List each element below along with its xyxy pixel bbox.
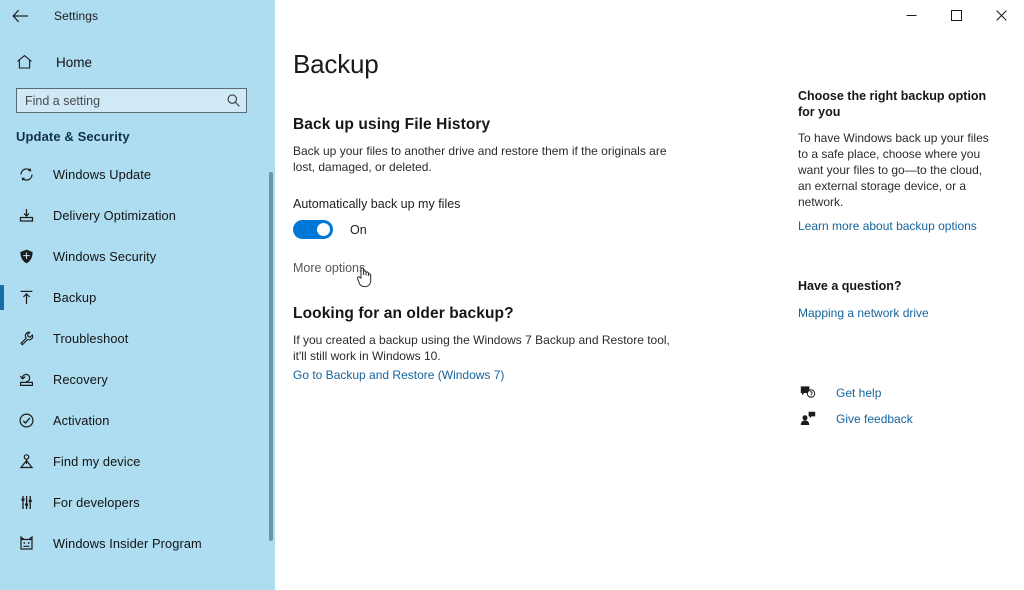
sidebar-scrollbar-thumb[interactable] xyxy=(269,172,273,541)
auto-backup-toggle-row: On xyxy=(293,220,683,239)
sidebar: Home Update & Security xyxy=(0,31,275,590)
sidebar-item-windows-insider-program[interactable]: Windows Insider Program xyxy=(0,523,275,564)
older-backup-link-row: Go to Backup and Restore (Windows 7) xyxy=(293,366,683,384)
rail-heading: Choose the right backup option for you xyxy=(798,88,998,120)
shield-icon xyxy=(14,248,38,265)
give-feedback-label: Give feedback xyxy=(836,412,913,426)
check-circle-icon xyxy=(14,412,38,429)
get-help-label: Get help xyxy=(836,386,881,400)
maximize-button[interactable] xyxy=(934,0,979,31)
search-box[interactable] xyxy=(16,88,247,113)
sliders-icon xyxy=(14,494,38,511)
auto-backup-toggle[interactable] xyxy=(293,220,333,239)
sidebar-section-title: Update & Security xyxy=(0,113,275,144)
sidebar-item-label: Windows Security xyxy=(53,249,156,264)
sync-icon xyxy=(14,166,38,183)
sidebar-item-backup[interactable]: Backup xyxy=(0,277,275,318)
sidebar-item-label: Backup xyxy=(53,290,96,305)
sidebar-item-recovery[interactable]: Recovery xyxy=(0,359,275,400)
upload-arrow-icon xyxy=(14,289,38,306)
recovery-icon xyxy=(14,371,38,388)
mapping-network-drive-link[interactable]: Mapping a network drive xyxy=(798,306,929,320)
support-links: Get help Give feedback xyxy=(798,380,998,431)
wrench-icon xyxy=(14,330,38,347)
more-options-label: More options xyxy=(293,261,365,275)
sidebar-item-delivery-optimization[interactable]: Delivery Optimization xyxy=(0,195,275,236)
sidebar-item-label: Recovery xyxy=(53,372,108,387)
toggle-state-label: On xyxy=(350,223,367,237)
minimize-button[interactable] xyxy=(889,0,934,31)
title-bar-left: Settings xyxy=(0,0,275,31)
window-controls xyxy=(275,0,1024,31)
sidebar-item-windows-security[interactable]: Windows Security xyxy=(0,236,275,277)
settings-window: Settings xyxy=(0,0,1024,590)
close-button[interactable] xyxy=(979,0,1024,31)
learn-more-backup-options-link[interactable]: Learn more about backup options xyxy=(798,219,977,233)
sidebar-item-activation[interactable]: Activation xyxy=(0,400,275,441)
sidebar-scrollbar-track[interactable] xyxy=(269,172,273,541)
insider-cat-icon xyxy=(14,535,38,552)
home-label: Home xyxy=(56,55,92,70)
auto-backup-label: Automatically back up my files xyxy=(293,197,683,211)
file-history-heading: Back up using File History xyxy=(293,116,683,134)
back-button[interactable] xyxy=(0,0,40,31)
title-bar: Settings xyxy=(0,0,1024,31)
more-options-link[interactable]: More options xyxy=(293,261,365,275)
sidebar-nav-list: Windows Update Delivery Optimization xyxy=(0,154,275,564)
main-column: Back up using File History Back up your … xyxy=(293,116,683,384)
home-icon xyxy=(16,54,36,70)
sidebar-item-label: Windows Insider Program xyxy=(53,536,202,551)
feedback-icon xyxy=(798,411,818,426)
right-rail: Choose the right backup option for you T… xyxy=(798,88,998,432)
sidebar-item-label: Delivery Optimization xyxy=(53,208,176,223)
sidebar-item-troubleshoot[interactable]: Troubleshoot xyxy=(0,318,275,359)
app-title: Settings xyxy=(54,9,98,23)
get-help-icon xyxy=(798,385,818,400)
sidebar-item-label: Windows Update xyxy=(53,167,151,182)
file-history-description: Back up your files to another drive and … xyxy=(293,143,671,175)
sidebar-item-label: For developers xyxy=(53,495,140,510)
sidebar-item-label: Find my device xyxy=(53,454,140,469)
give-feedback-row[interactable]: Give feedback xyxy=(798,406,998,431)
rail-question-heading: Have a question? xyxy=(798,279,998,293)
page-title: Backup xyxy=(293,49,1024,80)
search-icon[interactable] xyxy=(220,93,246,108)
sidebar-item-label: Troubleshoot xyxy=(53,331,128,346)
toggle-knob xyxy=(317,223,330,236)
search-input[interactable] xyxy=(17,89,220,112)
sidebar-item-for-developers[interactable]: For developers xyxy=(0,482,275,523)
sidebar-item-label: Activation xyxy=(53,413,109,428)
older-backup-heading: Looking for an older backup? xyxy=(293,305,683,323)
sidebar-item-find-my-device[interactable]: Find my device xyxy=(0,441,275,482)
go-to-backup-and-restore-link[interactable]: Go to Backup and Restore (Windows 7) xyxy=(293,368,504,382)
location-pin-icon xyxy=(14,453,38,470)
sidebar-item-home[interactable]: Home xyxy=(0,45,275,79)
download-tray-icon xyxy=(14,207,38,224)
sidebar-item-windows-update[interactable]: Windows Update xyxy=(0,154,275,195)
get-help-row[interactable]: Get help xyxy=(798,380,998,405)
older-backup-description: If you created a backup using the Window… xyxy=(293,332,671,364)
rail-description: To have Windows back up your files to a … xyxy=(798,130,998,210)
content-area: Backup Back up using File History Back u… xyxy=(275,31,1024,590)
